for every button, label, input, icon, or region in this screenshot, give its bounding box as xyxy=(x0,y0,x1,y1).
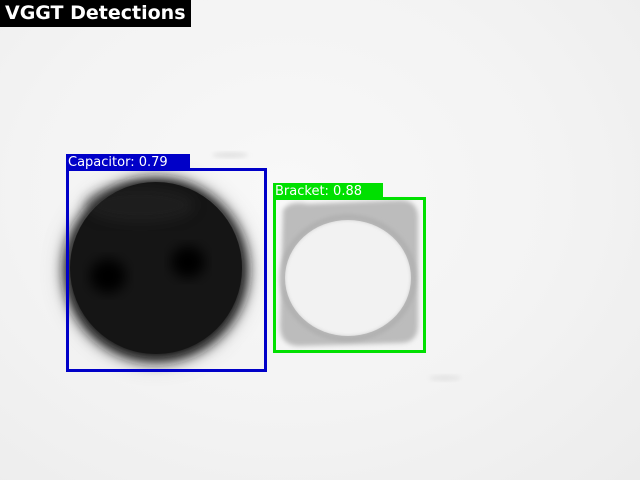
capacitor-detection-label: Capacitor: 0.79 xyxy=(66,154,190,171)
window-title: VGGT Detections xyxy=(0,0,191,27)
bracket-detection-label: Bracket: 0.88 xyxy=(273,183,383,200)
capacitor-bounding-box xyxy=(66,168,267,372)
detection-viewport: VGGT Detections Capacitor: 0.79 Bracket:… xyxy=(0,0,640,480)
bracket-bounding-box xyxy=(273,197,426,353)
